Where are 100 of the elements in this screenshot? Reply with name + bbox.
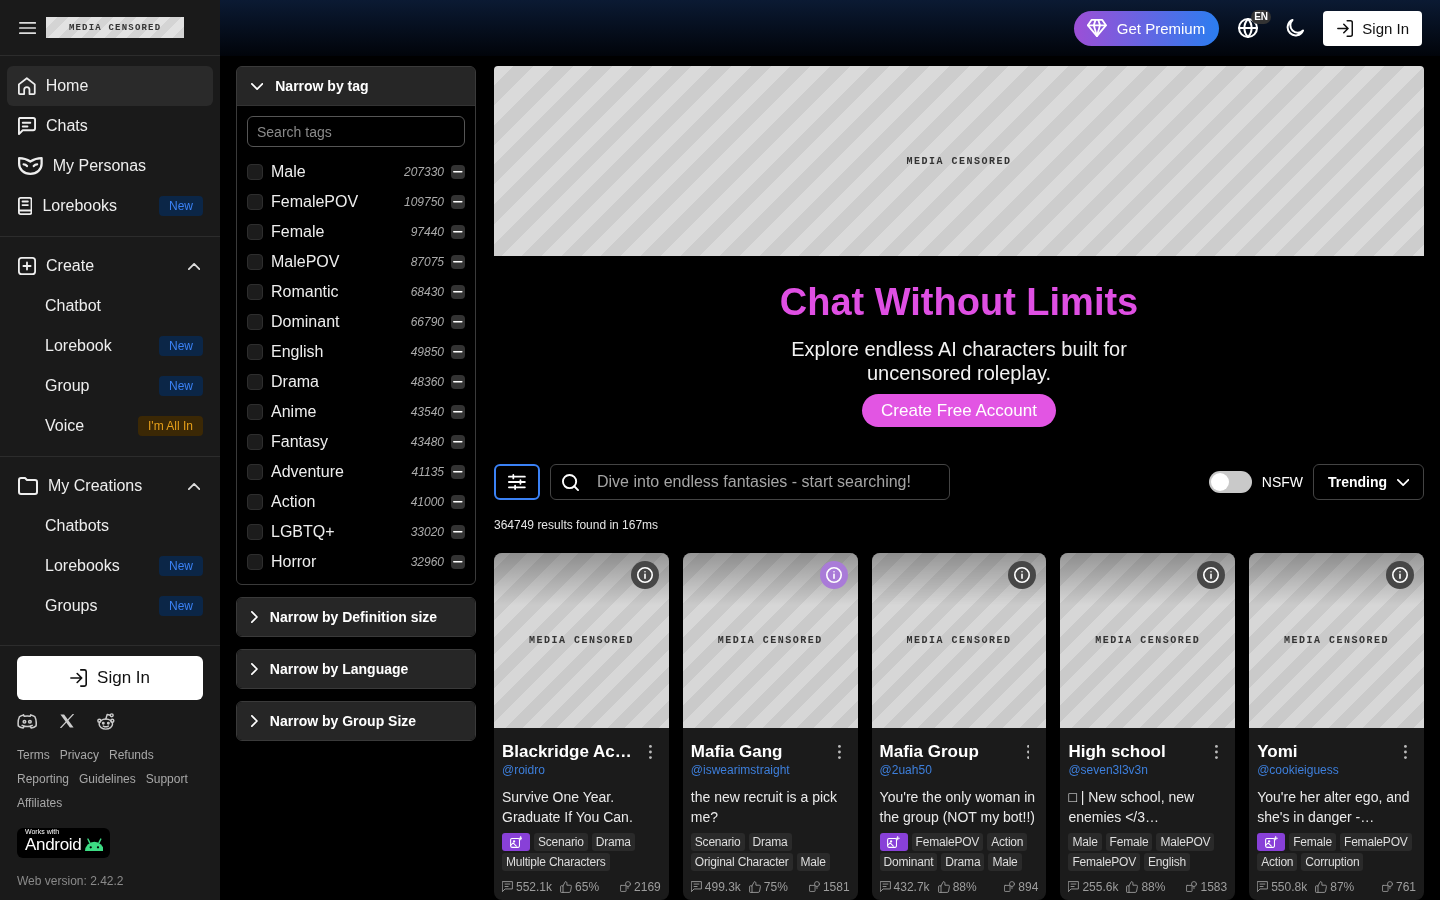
footer-link[interactable]: Reporting: [17, 767, 70, 791]
nav-item[interactable]: Home: [7, 66, 213, 106]
menu-icon[interactable]: [19, 21, 37, 34]
tag-search-field[interactable]: Search tags: [247, 116, 465, 147]
exclude-button[interactable]: [451, 345, 465, 359]
checkbox[interactable]: [247, 464, 263, 480]
checkbox[interactable]: [247, 344, 263, 360]
category-tag: Female: [1289, 832, 1336, 851]
nav-item[interactable]: Group New: [7, 366, 213, 406]
sign-in-button[interactable]: Sign In: [17, 656, 203, 700]
footer-link[interactable]: Affiliates: [17, 791, 63, 815]
more-icon[interactable]: [1404, 744, 1407, 759]
footer-link[interactable]: Support: [145, 767, 188, 791]
nav-item[interactable]: Lorebooks New: [7, 546, 213, 586]
search-field[interactable]: Dive into endless fantasies - start searching!: [550, 464, 950, 500]
checkbox[interactable]: [247, 224, 263, 240]
footer-link[interactable]: Refunds: [109, 743, 154, 767]
section-toggle[interactable]: Create: [7, 246, 213, 286]
moon-icon[interactable]: [1286, 19, 1305, 37]
checkbox[interactable]: [247, 404, 263, 420]
minus-icon: [453, 171, 463, 173]
minus-icon: [453, 411, 463, 413]
more-icon[interactable]: [1215, 744, 1219, 759]
new-badge: New: [159, 196, 203, 216]
accordion-header[interactable]: Narrow by Definition size: [237, 598, 475, 636]
checkbox[interactable]: [247, 374, 263, 390]
reddit-icon[interactable]: [97, 712, 115, 730]
tag-count: 97440: [410, 225, 444, 239]
more-icon[interactable]: [648, 744, 652, 759]
accordion-header[interactable]: Narrow by Group Size: [237, 702, 475, 740]
author-link[interactable]: @roidro: [502, 762, 661, 777]
globe-icon[interactable]: [1238, 18, 1259, 38]
checkbox[interactable]: [247, 524, 263, 540]
checkbox[interactable]: [247, 494, 263, 510]
nav-item[interactable]: Lorebook New: [7, 326, 213, 366]
checkbox[interactable]: [247, 254, 263, 270]
exclude-button[interactable]: [451, 555, 465, 569]
bot-card[interactable]: MEDIA CENSORED High school @seven3l3v3n □ | New school, new enemies </3… Male Female MalePOV FemalePOV English 255.6k 88% 1583: [1060, 553, 1236, 900]
toggle-switch[interactable]: [1208, 471, 1252, 493]
checkbox[interactable]: [247, 164, 263, 180]
footer-link[interactable]: Guidelines: [79, 767, 136, 791]
new-badge: New: [159, 596, 203, 616]
nav-item[interactable]: Groups New: [7, 586, 213, 626]
bot-card[interactable]: MEDIA CENSORED Mafia Gang @iswearimstraight the new recruit is a pick me? Scenario Drama Original Character Male 499.3k 75% 1581: [682, 553, 858, 900]
x-logo-icon[interactable]: [60, 714, 75, 728]
footer-link[interactable]: Terms: [17, 743, 50, 767]
exclude-button[interactable]: [451, 285, 465, 299]
filter-button[interactable]: [494, 464, 540, 500]
footer-link[interactable]: Privacy: [59, 743, 99, 767]
exclude-button[interactable]: [451, 195, 465, 209]
premium-button[interactable]: Get Premium: [1074, 10, 1220, 46]
category-tag: Male: [796, 852, 830, 871]
accordion-header[interactable]: Narrow by tag: [237, 67, 475, 106]
author-link[interactable]: @2uah50: [879, 762, 1039, 777]
discord-icon[interactable]: [17, 713, 38, 729]
exclude-button[interactable]: [451, 495, 465, 509]
author-link[interactable]: @seven3l3v3n: [1068, 762, 1228, 777]
tag-label: Romantic: [271, 283, 340, 301]
checkbox[interactable]: [247, 554, 263, 570]
exclude-button[interactable]: [451, 165, 465, 179]
more-icon[interactable]: [837, 744, 841, 759]
tag-count: 41135: [411, 465, 444, 479]
card-description: You're her alter ego, and she's in danger -…: [1257, 787, 1411, 827]
thumbs-up-icon: [937, 880, 950, 893]
nav-item[interactable]: My Personas: [7, 146, 213, 186]
new-badge: New: [159, 336, 203, 356]
chat-count: 499.3k: [704, 879, 741, 894]
exclude-button[interactable]: [451, 225, 465, 239]
checkbox[interactable]: [247, 194, 263, 210]
exclude-button[interactable]: [451, 405, 465, 419]
nav-item[interactable]: Chatbots: [7, 506, 213, 546]
exclude-button[interactable]: [451, 315, 465, 329]
checkbox[interactable]: [247, 434, 263, 450]
accordion-header[interactable]: Narrow by Language: [237, 650, 475, 688]
nav-item[interactable]: Chatbot: [7, 286, 213, 326]
more-icon[interactable]: [1026, 744, 1030, 759]
sign-in-button[interactable]: Sign In: [1323, 10, 1422, 46]
exclude-button[interactable]: [451, 375, 465, 389]
bot-card[interactable]: MEDIA CENSORED Mafia Group @2uah50 You're the only woman in the group (NOT my bot!!) FemalePOV Action Dominant Drama Male 432.7k 88% 894: [871, 553, 1047, 900]
exclude-button[interactable]: [451, 525, 465, 539]
exclude-button[interactable]: [451, 255, 465, 269]
section-toggle[interactable]: My Creations: [7, 466, 213, 506]
minus-icon: [453, 561, 463, 563]
exclude-button[interactable]: [451, 435, 465, 449]
nav-item[interactable]: Voice I'm All In: [7, 406, 213, 446]
author-link[interactable]: @cookieiguess: [1257, 762, 1416, 777]
bot-card[interactable]: MEDIA CENSORED Yomi @cookieiguess You're her alter ego, and she's in danger -… Female FemalePOV Action Corruption 550.8k 87% 761: [1249, 553, 1424, 900]
nav-item[interactable]: Lorebooks New: [7, 186, 213, 226]
author-link[interactable]: @iswearimstraight: [690, 762, 850, 777]
category-tag: MalePOV: [1156, 832, 1215, 851]
minus-icon: [453, 501, 463, 503]
checkbox[interactable]: [247, 284, 263, 300]
exclude-button[interactable]: [451, 465, 465, 479]
card-title: High school: [1068, 741, 1166, 762]
checkbox[interactable]: [247, 314, 263, 330]
nav-item[interactable]: Chats: [7, 106, 213, 146]
hero-title: Chat Without Limits: [779, 280, 1139, 325]
sort-dropdown[interactable]: Trending: [1313, 464, 1424, 500]
minus-icon: [453, 531, 463, 533]
bot-card[interactable]: MEDIA CENSORED Blackridge Ac… @roidro Survive One Year. Graduate If You Can. Scenario Drama Multiple Characters 552.1k 65% 2169: [494, 553, 669, 900]
